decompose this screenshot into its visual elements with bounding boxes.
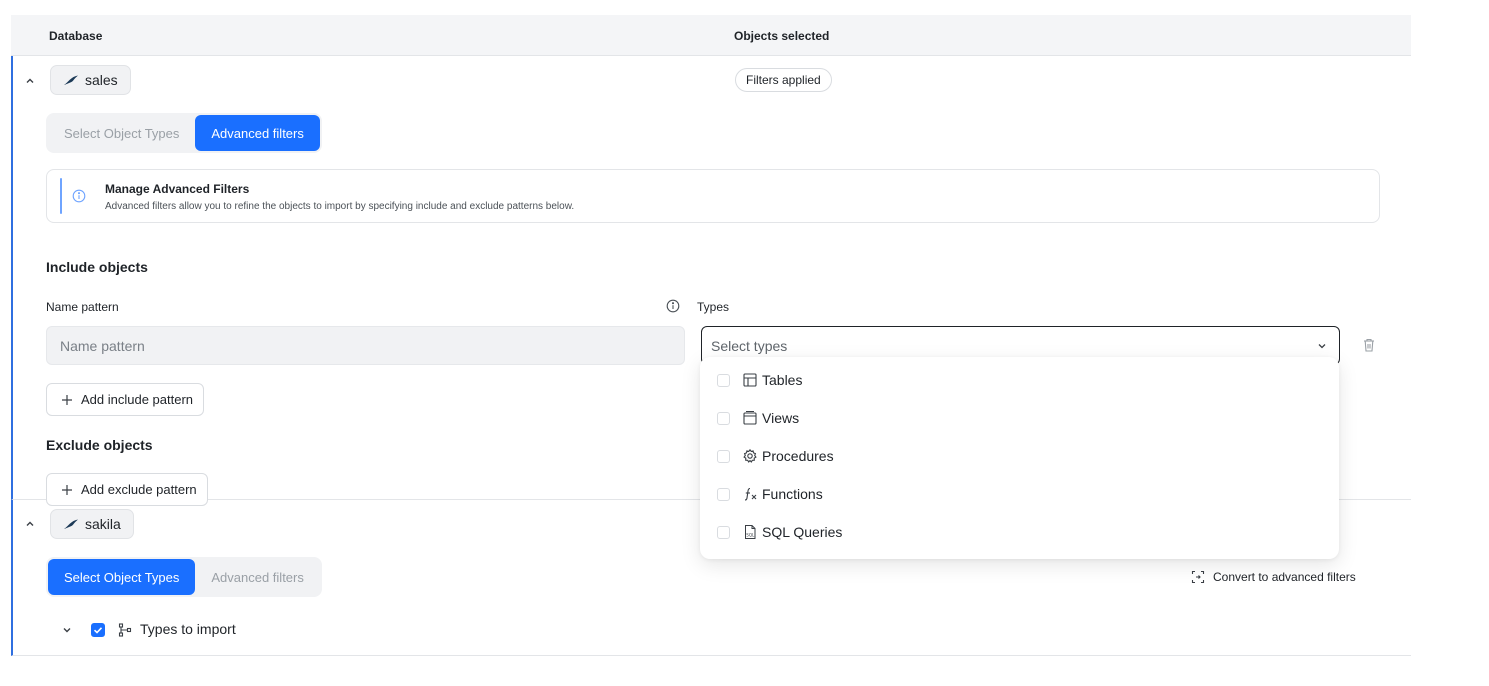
option-checkbox[interactable] bbox=[717, 487, 730, 501]
option-label: SQL Queries bbox=[762, 524, 843, 540]
plus-icon bbox=[62, 394, 72, 405]
add-include-pattern-button[interactable]: Add include pattern bbox=[46, 383, 205, 416]
types-to-import-checkbox[interactable] bbox=[91, 623, 105, 637]
dropdown-option-functions[interactable]: Functions bbox=[700, 475, 1339, 513]
exclude-objects-heading: Exclude objects bbox=[46, 437, 153, 453]
info-accent-bar bbox=[60, 178, 62, 214]
table-header: Database Objects selected bbox=[11, 15, 1411, 56]
option-checkbox[interactable] bbox=[717, 449, 730, 463]
dropdown-option-tables[interactable]: Tables bbox=[700, 361, 1339, 399]
types-select-placeholder: Select types bbox=[711, 337, 788, 354]
tab-advanced-filters[interactable]: Advanced filters bbox=[195, 115, 320, 151]
convert-label: Convert to advanced filters bbox=[1213, 570, 1356, 584]
option-label: Procedures bbox=[762, 448, 834, 464]
import-panel: Database Objects selected sales Filters … bbox=[11, 15, 1411, 656]
chevron-up-icon[interactable] bbox=[23, 74, 37, 88]
tab-advanced-filters[interactable]: Advanced filters bbox=[195, 559, 320, 595]
trash-icon[interactable] bbox=[1362, 337, 1376, 353]
table-icon bbox=[742, 372, 758, 388]
include-objects-heading: Include objects bbox=[46, 259, 148, 275]
name-pattern-input[interactable]: Name pattern bbox=[46, 326, 685, 365]
tab-select-object-types[interactable]: Select Object Types bbox=[48, 559, 196, 595]
dropdown-option-views[interactable]: Views bbox=[700, 399, 1339, 437]
types-label: Types bbox=[697, 300, 730, 314]
convert-icon bbox=[1191, 570, 1205, 584]
view-icon bbox=[742, 410, 758, 426]
info-callout: Manage Advanced Filters Advanced filters… bbox=[46, 169, 1380, 223]
sql-file-icon: SQL bbox=[742, 524, 758, 540]
database-name: sakila bbox=[85, 516, 121, 532]
option-checkbox[interactable] bbox=[717, 373, 730, 387]
add-exclude-pattern-label: Add exclude pattern bbox=[81, 482, 197, 497]
types-dropdown-menu: Tables Views Procedures Functions SQL SQ… bbox=[700, 357, 1339, 559]
check-icon bbox=[93, 627, 103, 634]
types-to-import-label: Types to import bbox=[140, 621, 236, 637]
convert-to-advanced-filters-button[interactable]: Convert to advanced filters bbox=[1191, 570, 1356, 584]
mysql-dolphin-icon bbox=[64, 75, 78, 85]
option-checkbox[interactable] bbox=[717, 525, 730, 539]
option-label: Functions bbox=[762, 486, 823, 502]
dropdown-option-sql-queries[interactable]: SQL SQL Queries bbox=[700, 513, 1339, 551]
database-chip-sales[interactable]: sales bbox=[50, 65, 131, 95]
database-chip-sakila[interactable]: sakila bbox=[50, 509, 134, 539]
mode-tabs: Select Object Types Advanced filters bbox=[46, 113, 322, 153]
objects-selected-column-header: Objects selected bbox=[734, 29, 830, 43]
dropdown-option-procedures[interactable]: Procedures bbox=[700, 437, 1339, 475]
add-include-pattern-label: Add include pattern bbox=[81, 392, 194, 407]
svg-text:SQL: SQL bbox=[746, 533, 755, 538]
mode-tabs: Select Object Types Advanced filters bbox=[46, 557, 322, 597]
chevron-down-icon bbox=[1315, 339, 1329, 353]
name-pattern-label: Name pattern bbox=[46, 300, 119, 314]
option-label: Tables bbox=[762, 372, 803, 388]
option-checkbox[interactable] bbox=[717, 411, 730, 425]
info-icon bbox=[72, 189, 86, 203]
info-title: Manage Advanced Filters bbox=[105, 182, 250, 196]
plus-icon bbox=[62, 484, 72, 495]
tab-select-object-types[interactable]: Select Object Types bbox=[48, 115, 195, 151]
chevron-down-icon[interactable] bbox=[60, 623, 74, 637]
database-name: sales bbox=[85, 72, 118, 88]
info-icon[interactable] bbox=[666, 299, 680, 313]
chevron-up-icon[interactable] bbox=[23, 517, 37, 531]
option-label: Views bbox=[762, 410, 800, 426]
info-description: Advanced filters allow you to refine the… bbox=[105, 201, 575, 212]
function-icon bbox=[742, 486, 758, 502]
gear-icon bbox=[742, 448, 758, 464]
tree-structure-icon bbox=[118, 623, 132, 637]
database-column-header: Database bbox=[49, 29, 103, 43]
status-badge: Filters applied bbox=[735, 68, 832, 92]
mysql-dolphin-icon bbox=[64, 519, 78, 529]
